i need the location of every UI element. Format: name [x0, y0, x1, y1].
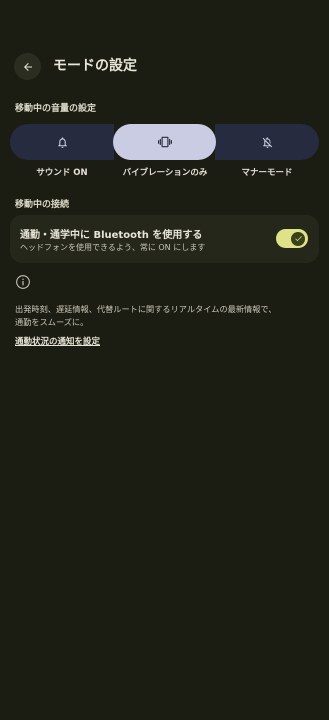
- description-line-1: 出発時刻、遅延情報、代替ルートに関するリアルタイムの最新情報で、: [15, 304, 277, 314]
- vibrate-icon: [157, 136, 172, 148]
- app-bar: モードの設定: [0, 50, 329, 82]
- arrow-left-icon: [23, 62, 32, 71]
- page-title: モードの設定: [53, 58, 137, 74]
- bluetooth-setting-title: 通勤・通学中に Bluetooth を使用する: [20, 230, 203, 241]
- bell-off-icon: [262, 136, 272, 148]
- bluetooth-setting-card[interactable]: 通勤・通学中に Bluetooth を使用する ヘッドフォンを使用できるよう、常…: [10, 215, 319, 263]
- volume-mode-segmented-control: [10, 124, 319, 160]
- commute-notification-settings-link[interactable]: 通勤状況の通知を設定: [15, 335, 100, 347]
- manner-mode-option[interactable]: [215, 124, 319, 160]
- commute-description: 出発時刻、遅延情報、代替ルートに関するリアルタイムの最新情報で、 通勤をスムーズ…: [15, 303, 315, 329]
- sound-on-label: サウンド ON: [36, 168, 88, 178]
- bell-icon: [57, 136, 67, 148]
- manner-mode-label: マナーモード: [241, 168, 293, 178]
- sound-on-option[interactable]: [10, 124, 114, 160]
- volume-section-label: 移動中の音量の設定: [15, 104, 97, 114]
- description-line-2: 通勤をスムーズに。: [15, 317, 89, 327]
- vibrate-only-option[interactable]: [113, 124, 216, 160]
- info-icon: [16, 275, 30, 289]
- connection-section-label: 移動中の接続: [15, 200, 70, 210]
- check-icon: [294, 236, 302, 242]
- vibrate-only-label: バイブレーションのみ: [122, 168, 208, 178]
- bluetooth-setting-subtitle: ヘッドフォンを使用できるよう、常に ON にします: [20, 243, 206, 252]
- toggle-knob: [291, 231, 305, 246]
- back-button[interactable]: [14, 53, 41, 80]
- bluetooth-toggle[interactable]: [276, 229, 308, 248]
